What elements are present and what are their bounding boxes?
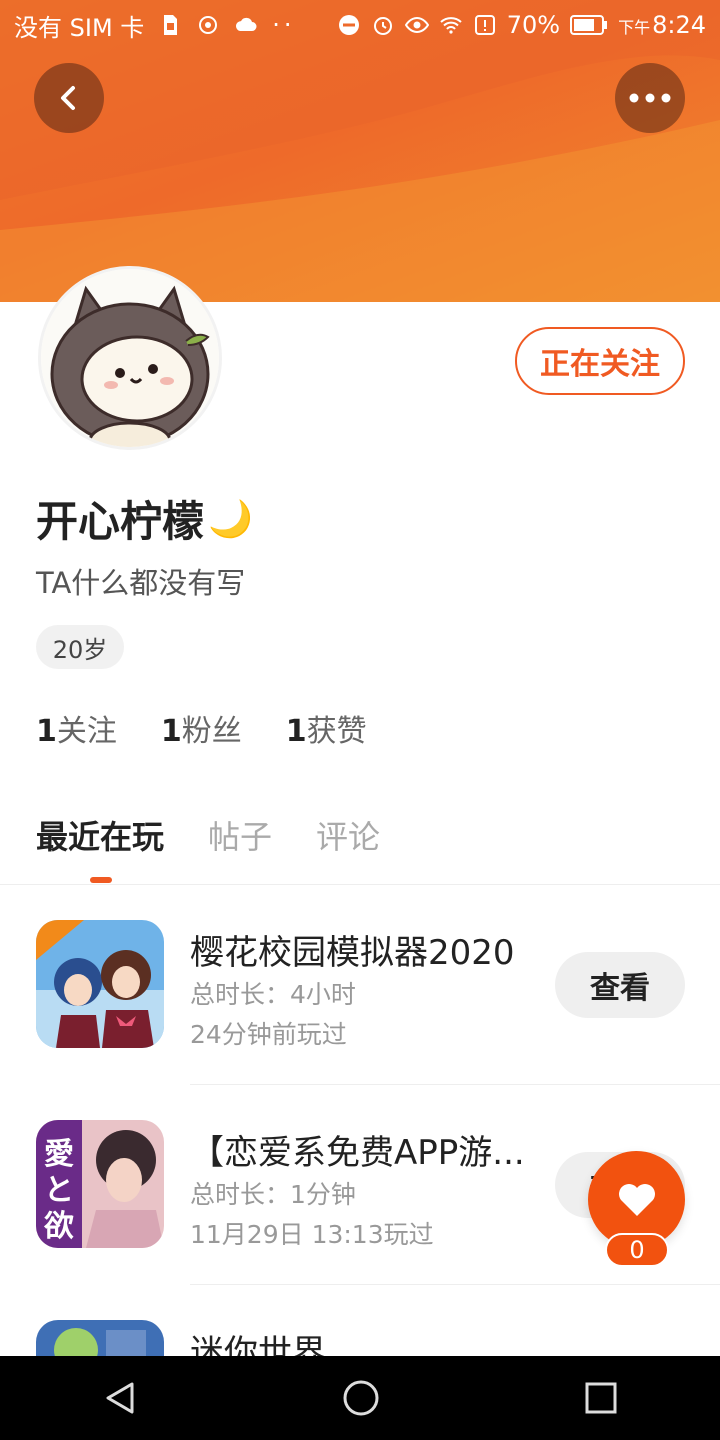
stat-following[interactable]: 1关注 bbox=[36, 706, 117, 750]
list-item[interactable]: 迷你世界 bbox=[0, 1285, 720, 1356]
battery-percent: 70% bbox=[506, 11, 561, 39]
stat-following-count: 1 bbox=[36, 714, 57, 749]
more-notifications-icon: ·· bbox=[272, 11, 296, 39]
home-nav-icon[interactable] bbox=[342, 1379, 380, 1417]
profile-tabs: 最近在玩 帖子 评论 bbox=[36, 812, 380, 858]
moon-emoji: 🌙 bbox=[208, 498, 253, 540]
svg-text:と: と bbox=[44, 1173, 74, 1208]
more-options-button[interactable] bbox=[615, 63, 685, 133]
eye-comfort-icon bbox=[404, 16, 429, 34]
game-duration: 总时长：4小时 bbox=[190, 980, 356, 1009]
back-button[interactable] bbox=[34, 63, 104, 133]
stat-following-label: 关注 bbox=[56, 714, 117, 749]
totoro-avatar-illustration bbox=[41, 269, 219, 447]
stat-likes-label: 获赞 bbox=[306, 714, 367, 749]
wifi-icon bbox=[440, 17, 462, 34]
stat-likes[interactable]: 1获赞 bbox=[286, 706, 367, 750]
profile-stats: 1关注 1粉丝 1获赞 bbox=[36, 706, 367, 750]
system-nav-bar bbox=[0, 1356, 720, 1440]
game-last-played: 11月29日 13:13玩过 bbox=[190, 1220, 434, 1249]
profile-name-text: 开心柠檬 bbox=[36, 497, 205, 546]
list-item[interactable]: 樱花校园模拟器2020 总时长：4小时 24分钟前玩过 查看 bbox=[0, 885, 720, 1085]
active-tab-indicator bbox=[90, 877, 112, 883]
game-title: 樱花校园模拟器2020 bbox=[190, 933, 515, 973]
profile-name: 开心柠檬 🌙 bbox=[36, 488, 253, 549]
view-button[interactable]: 查看 bbox=[555, 952, 685, 1018]
following-button[interactable]: 正在关注 bbox=[515, 327, 685, 395]
recents-nav-icon[interactable] bbox=[584, 1381, 618, 1415]
avatar[interactable] bbox=[38, 266, 222, 450]
tab-posts[interactable]: 帖子 bbox=[208, 812, 272, 858]
game-title: 迷你世界 bbox=[190, 1333, 326, 1356]
carrier-text: 没有 SIM 卡 bbox=[14, 13, 145, 42]
more-dots-icon bbox=[629, 93, 671, 103]
back-nav-icon[interactable] bbox=[102, 1380, 138, 1416]
tab-recently-played[interactable]: 最近在玩 bbox=[36, 812, 164, 858]
profile-bio: TA什么都没有写 bbox=[36, 566, 246, 600]
like-count-badge: 0 bbox=[605, 1233, 669, 1267]
alarm-icon bbox=[373, 17, 392, 35]
battery-icon bbox=[570, 15, 608, 35]
game-duration: 总时长：1分钟 bbox=[190, 1180, 356, 1209]
hotspot-icon bbox=[199, 16, 218, 34]
sim-card-icon bbox=[164, 15, 178, 35]
time-period: 下午 bbox=[618, 18, 651, 37]
tab-comments[interactable]: 评论 bbox=[316, 812, 380, 858]
stat-fans-label: 粉丝 bbox=[181, 714, 242, 749]
age-badge: 20岁 bbox=[36, 625, 124, 669]
clock-time: 8:24 bbox=[652, 11, 706, 39]
alert-icon bbox=[474, 15, 495, 35]
chevron-left-icon bbox=[61, 86, 75, 110]
status-bar: 没有 SIM 卡 ·· 70% 下午8:24 bbox=[0, 0, 720, 50]
game-icon-mini-world bbox=[36, 1320, 164, 1356]
game-icon-romance: 愛 と 欲 bbox=[36, 1120, 164, 1248]
svg-text:欲: 欲 bbox=[43, 1209, 74, 1244]
stat-fans[interactable]: 1粉丝 bbox=[161, 706, 242, 750]
svg-text:愛: 愛 bbox=[44, 1137, 74, 1172]
stat-fans-count: 1 bbox=[160, 714, 182, 749]
heart-icon bbox=[618, 1183, 655, 1216]
cloud-icon bbox=[236, 17, 257, 31]
do-not-disturb-icon bbox=[338, 15, 359, 35]
game-title: 【恋爱系免费APP游... bbox=[190, 1133, 525, 1173]
game-icon-sakura bbox=[36, 920, 164, 1048]
game-last-played: 24分钟前玩过 bbox=[190, 1020, 347, 1049]
stat-likes-count: 1 bbox=[285, 714, 307, 749]
